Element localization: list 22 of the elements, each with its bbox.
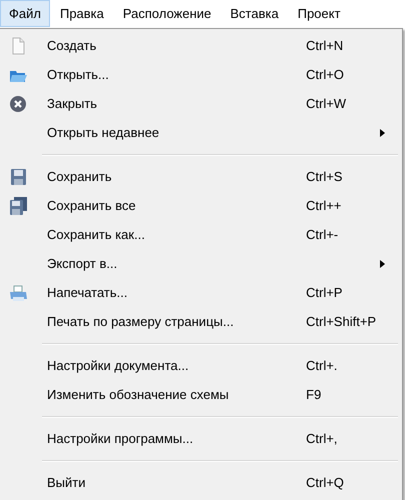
menu-item[interactable]: Настройки программы... Ctrl+, <box>0 424 402 453</box>
menu-title[interactable]: Проект <box>288 0 350 27</box>
menu-item[interactable]: Сохранить как... Ctrl+- <box>0 220 402 249</box>
menu-item[interactable]: Печать по размеру страницы... Ctrl+Shift+P <box>0 307 402 336</box>
menu-title[interactable]: Расположение <box>114 0 220 27</box>
menu-item[interactable]: Сохранить все Ctrl++ <box>0 191 402 220</box>
menu-item[interactable]: Выйти Ctrl+Q <box>0 468 402 497</box>
close-icon <box>9 94 27 112</box>
menu-item[interactable]: Создать Ctrl+N <box>0 31 402 60</box>
menu-title[interactable]: Правка <box>50 0 113 27</box>
menu-item[interactable]: Экспорт в... <box>0 249 402 278</box>
menu-title[interactable]: Файл <box>0 0 50 27</box>
menu-item[interactable]: Открыть недавнее <box>0 118 402 147</box>
menu-item[interactable]: Закрыть Ctrl+W <box>0 89 402 118</box>
menu-item[interactable]: Открыть... Ctrl+O <box>0 60 402 89</box>
menu-item[interactable]: Изменить обозначение схемы F9 <box>0 380 402 409</box>
menu-item[interactable]: Настройки документа... Ctrl+. <box>0 351 402 380</box>
menu-item[interactable]: Сохранить Ctrl+S <box>0 162 402 191</box>
menu-item[interactable]: Напечатать... Ctrl+P <box>0 278 402 307</box>
menu-title[interactable]: Вставка <box>221 0 288 27</box>
printer-icon <box>9 284 27 302</box>
floppy-disks-icon <box>9 196 27 214</box>
